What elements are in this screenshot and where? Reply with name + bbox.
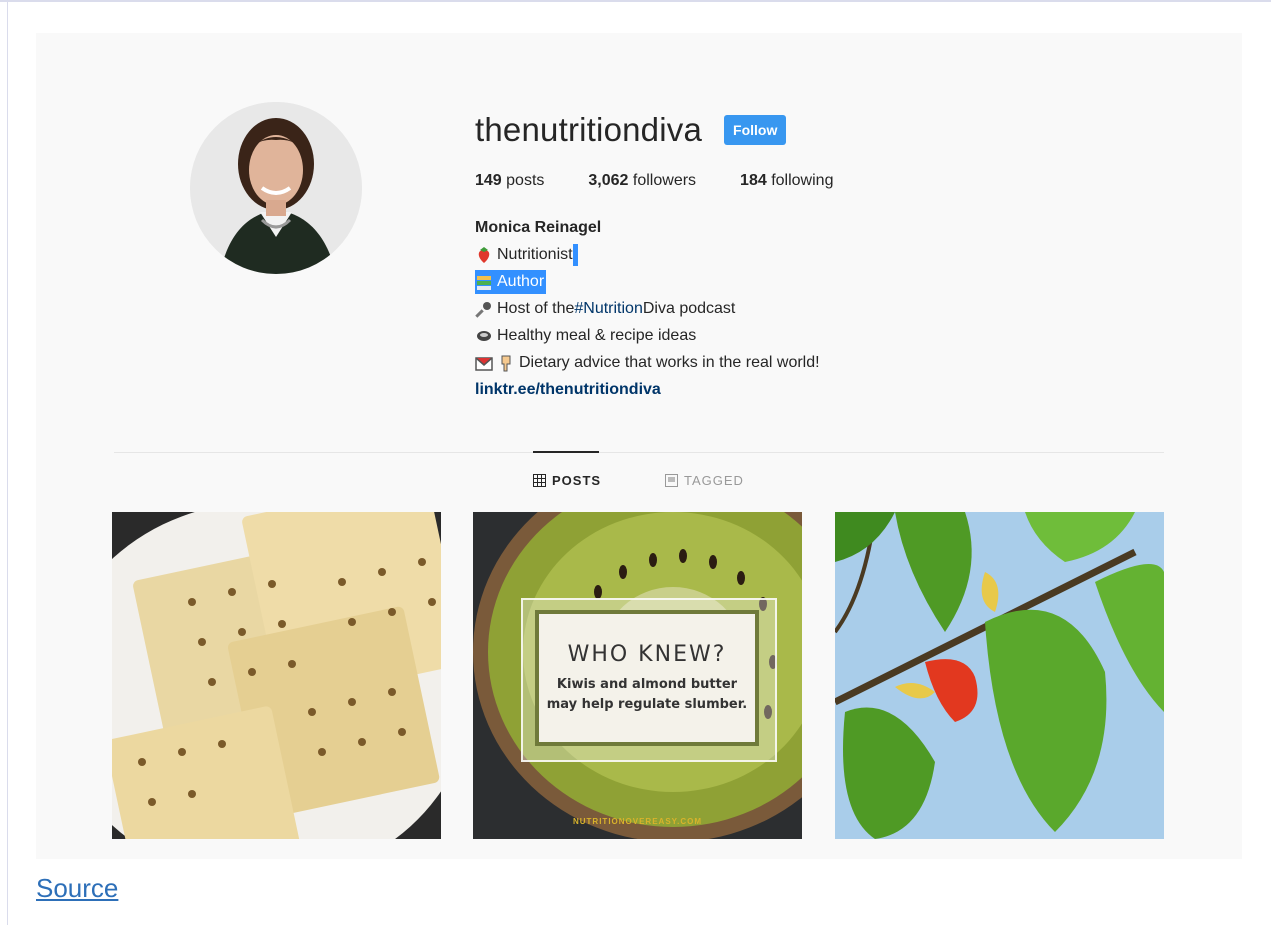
bio-line-text: Author <box>497 273 545 290</box>
bio-line-text: Host of the <box>497 300 575 317</box>
hashtag-link[interactable]: #Nutrition <box>574 295 642 322</box>
bio-line-text: Nutritionist <box>497 246 573 263</box>
tab-posts[interactable]: POSTS <box>533 473 601 488</box>
text-selection: Author <box>475 269 547 294</box>
following-count-label: following <box>771 172 834 189</box>
post-thumbnail-kiwi[interactable]: WHO KNEW? Kiwis and almond butter may he… <box>473 512 802 839</box>
tab-tagged[interactable]: TAGGED <box>665 473 744 488</box>
frame-border <box>7 2 8 925</box>
followers-count-value: 3,062 <box>588 172 629 189</box>
profile-info: thenutritiondiva Follow 149 posts 3,062 … <box>475 109 1075 403</box>
followers-count[interactable]: 3,062 followers <box>588 172 696 190</box>
bio-line-text: Diva podcast <box>642 300 736 317</box>
bowl-icon <box>475 327 493 345</box>
posts-count-label: posts <box>506 172 545 189</box>
bio-line-recipes: Healthy meal & recipe ideas <box>475 322 1075 349</box>
bio: Monica Reinagel Nutritionist Author Host… <box>475 214 1075 403</box>
tagged-icon <box>665 474 678 487</box>
bio-line-podcast: Host of the #Nutrition Diva podcast <box>475 295 1075 322</box>
posts-count: 149 posts <box>475 172 544 190</box>
bio-line-advice: Dietary advice that works in the real wo… <box>475 349 1075 376</box>
post-overlay-line: Kiwis and almond butter <box>556 676 738 692</box>
tabs-divider <box>114 452 1164 453</box>
post-overlay-text-box: WHO KNEW? Kiwis and almond butter may he… <box>535 610 759 746</box>
tab-posts-label: POSTS <box>552 473 602 488</box>
bio-link-line: linktr.ee/thenutritiondiva <box>475 376 1075 403</box>
strawberry-icon <box>475 246 493 264</box>
text-selection-caret <box>572 243 578 266</box>
avatar[interactable] <box>190 102 362 274</box>
profile-stats: 149 posts 3,062 followers 184 following <box>475 172 1075 190</box>
post-overlay-line: may help regulate slumber. <box>546 696 748 712</box>
post-thumbnail-crackers[interactable] <box>112 512 441 839</box>
post-overlay-footer: NUTRITIONOVEREASY.COM <box>572 817 702 826</box>
books-icon <box>475 273 493 291</box>
envelope-icon <box>475 354 493 372</box>
following-count-value: 184 <box>740 172 767 189</box>
tab-tagged-label: TAGGED <box>684 473 744 488</box>
source-link[interactable]: Source <box>36 873 118 904</box>
instagram-profile-screenshot: thenutritiondiva Follow 149 posts 3,062 … <box>36 33 1242 859</box>
username: thenutritiondiva <box>475 111 703 148</box>
microphone-icon <box>475 300 493 318</box>
bio-line-author: Author <box>475 268 1075 295</box>
bio-link[interactable]: linktr.ee/thenutritiondiva <box>475 376 661 403</box>
grid-icon <box>533 474 546 487</box>
active-tab-indicator <box>533 451 599 453</box>
full-name: Monica Reinagel <box>475 219 602 236</box>
following-count[interactable]: 184 following <box>740 172 833 190</box>
pointing-down-icon <box>497 354 515 372</box>
post-thumbnail-leaves[interactable] <box>835 512 1164 839</box>
frame-border <box>0 0 1271 2</box>
bio-line-nutritionist: Nutritionist <box>475 241 1075 268</box>
follow-button[interactable]: Follow <box>724 115 787 145</box>
post-overlay-title: WHO KNEW? <box>567 641 727 667</box>
post-overlay-card: WHO KNEW? Kiwis and almond butter may he… <box>521 598 777 762</box>
username-row: thenutritiondiva Follow <box>475 109 1075 151</box>
posts-count-value: 149 <box>475 172 502 189</box>
bio-line-text: Dietary advice that works in the real wo… <box>519 354 820 371</box>
bio-line-text: Healthy meal & recipe ideas <box>497 327 697 344</box>
followers-count-label: followers <box>632 172 697 189</box>
